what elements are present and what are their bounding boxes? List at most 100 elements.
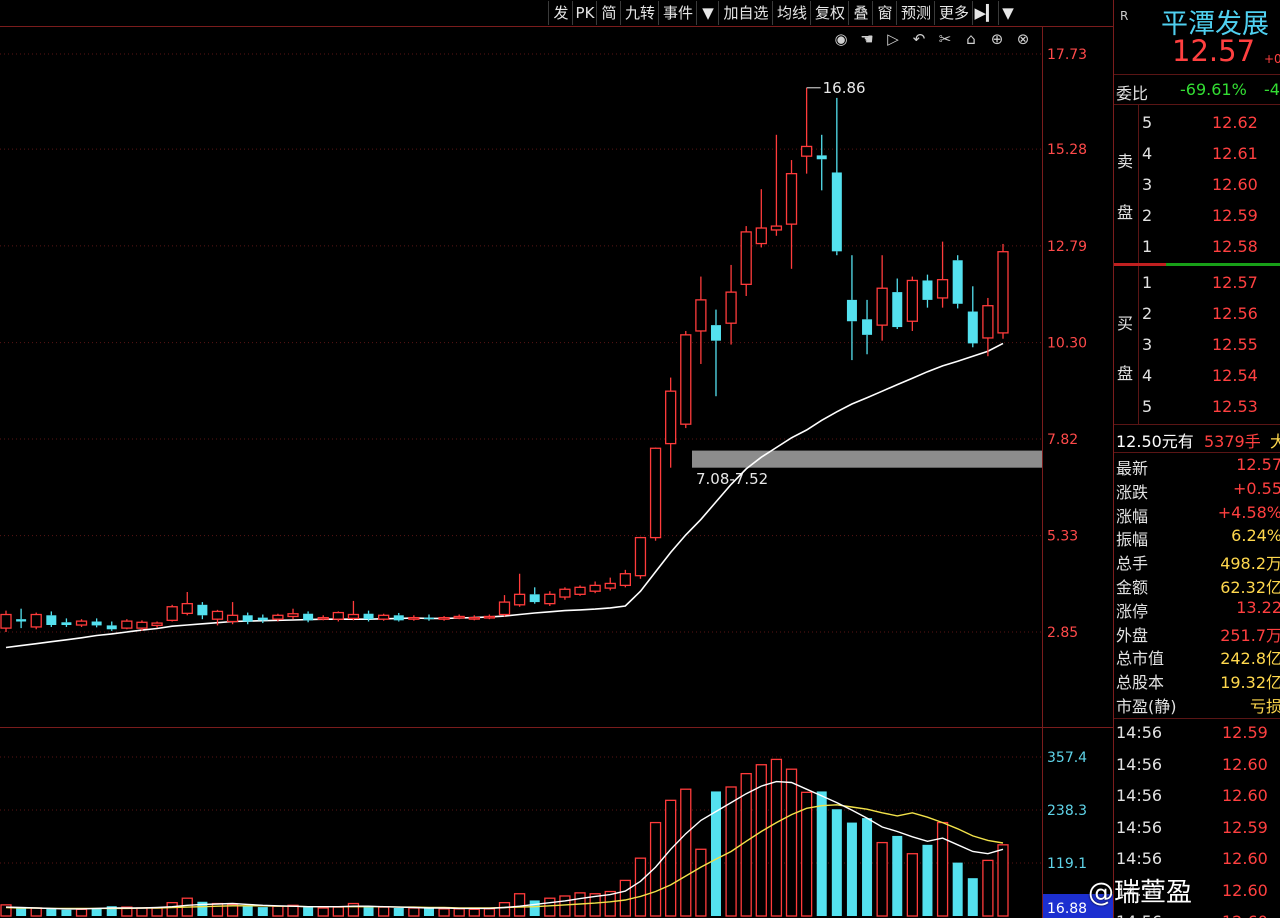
bid-price: 12.57: [1212, 273, 1258, 292]
candle: [226, 602, 239, 625]
stat-label: 振幅: [1116, 530, 1149, 550]
volume-bar: [242, 906, 253, 916]
candle-body: [649, 447, 662, 539]
candle-body: [75, 620, 88, 626]
candle: [846, 255, 857, 361]
volume-bar: [936, 821, 949, 917]
volume-bar: [257, 907, 268, 916]
big-order-suffix: 大: [1270, 432, 1280, 451]
candle: [559, 587, 571, 600]
candle-body: [906, 279, 919, 322]
candle: [121, 619, 133, 630]
candle: [665, 377, 677, 468]
stat-value: 498.2万: [1220, 554, 1280, 574]
candle: [483, 614, 496, 620]
volume-bar: [303, 907, 314, 916]
candle-body: [106, 625, 117, 630]
candle: [408, 615, 420, 621]
candle: [498, 595, 511, 617]
candle-body: [423, 617, 434, 620]
price-tick-label: 15.28: [1047, 142, 1087, 158]
price-tick-label: 2.85: [1047, 625, 1078, 641]
candle-body: [317, 616, 329, 620]
candle: [438, 616, 450, 621]
tick-price: 12.60: [1222, 880, 1268, 900]
candle-body: [952, 260, 963, 304]
candle-body: [438, 616, 450, 620]
candle: [378, 613, 390, 621]
weibi-extra: -4: [1264, 80, 1280, 99]
bid-level: 1: [1142, 273, 1153, 292]
candle: [30, 612, 42, 630]
candle: [936, 241, 949, 308]
candle-body: [619, 573, 631, 587]
tick-time: 14:56: [1116, 723, 1163, 742]
tick-price: 12.60: [1222, 912, 1268, 918]
candle-body: [982, 305, 994, 339]
volume-bar: [30, 907, 42, 917]
stat-value: 13.22: [1236, 597, 1280, 617]
volume-bar: [438, 908, 450, 917]
candle-body: [272, 614, 284, 620]
candle: [967, 286, 978, 348]
volume-bar: [544, 897, 556, 917]
candle-body: [634, 536, 647, 577]
candle-body: [665, 390, 677, 445]
candle-body: [91, 621, 102, 626]
volume-tick-label: 238.3: [1047, 803, 1087, 819]
stat-label: 涨幅: [1116, 506, 1149, 526]
volume-bar: [619, 879, 631, 917]
candle-body: [332, 611, 344, 620]
stat-value: 亏损: [1249, 697, 1280, 716]
candle-body: [922, 280, 933, 300]
volume-current-value: 16.88: [1047, 901, 1087, 917]
volume-bar: [892, 835, 903, 916]
stat-label: 金额: [1116, 578, 1149, 597]
candle-body: [967, 311, 978, 344]
ask-price: 12.62: [1212, 113, 1258, 132]
ask-level: 2: [1142, 206, 1153, 225]
candle: [242, 612, 253, 625]
volume-bar: [665, 799, 677, 917]
tick-price: 12.59: [1222, 723, 1268, 742]
candle: [0, 610, 12, 632]
candle: [75, 619, 88, 627]
candle-body: [740, 231, 752, 285]
candle: [468, 615, 480, 621]
candle-body: [181, 602, 193, 615]
stat-label: 涨跌: [1116, 482, 1149, 502]
candle-body: [559, 588, 571, 598]
candle: [393, 612, 404, 622]
ask-level: 5: [1142, 113, 1153, 132]
volume-bar: [695, 848, 707, 917]
candle-body: [876, 287, 888, 326]
candle: [16, 608, 27, 629]
r-badge: R: [1120, 9, 1129, 23]
candle: [876, 255, 888, 341]
bid-level: 2: [1142, 304, 1153, 323]
candle-body: [997, 251, 1009, 334]
tick-time: 14:56: [1116, 912, 1162, 918]
candle-body: [408, 616, 420, 620]
candle-body: [226, 614, 239, 623]
buy-label-2: 盘: [1117, 364, 1134, 383]
volume-bar: [468, 908, 480, 917]
price-tick-label: 12.79: [1047, 239, 1087, 255]
volume-bar: [332, 906, 344, 917]
candle-body: [816, 155, 827, 160]
stat-value: 6.24%: [1231, 526, 1280, 546]
candle: [725, 264, 737, 345]
tick-price: 12.60: [1222, 754, 1268, 774]
volume-bar: [982, 859, 994, 917]
stat-label: 最新: [1116, 459, 1149, 478]
volume-bar: [166, 902, 178, 917]
tick-price: 12.60: [1222, 786, 1268, 805]
support-zone: [692, 450, 1042, 468]
weibi-value: -69.61%: [1180, 80, 1247, 99]
candle-body: [710, 325, 721, 341]
candle: [619, 569, 631, 588]
support-zone-label: 7.08-7.52: [696, 470, 768, 488]
stat-label: 外盘: [1116, 625, 1149, 645]
candle-body: [61, 622, 72, 626]
candle: [695, 276, 707, 364]
